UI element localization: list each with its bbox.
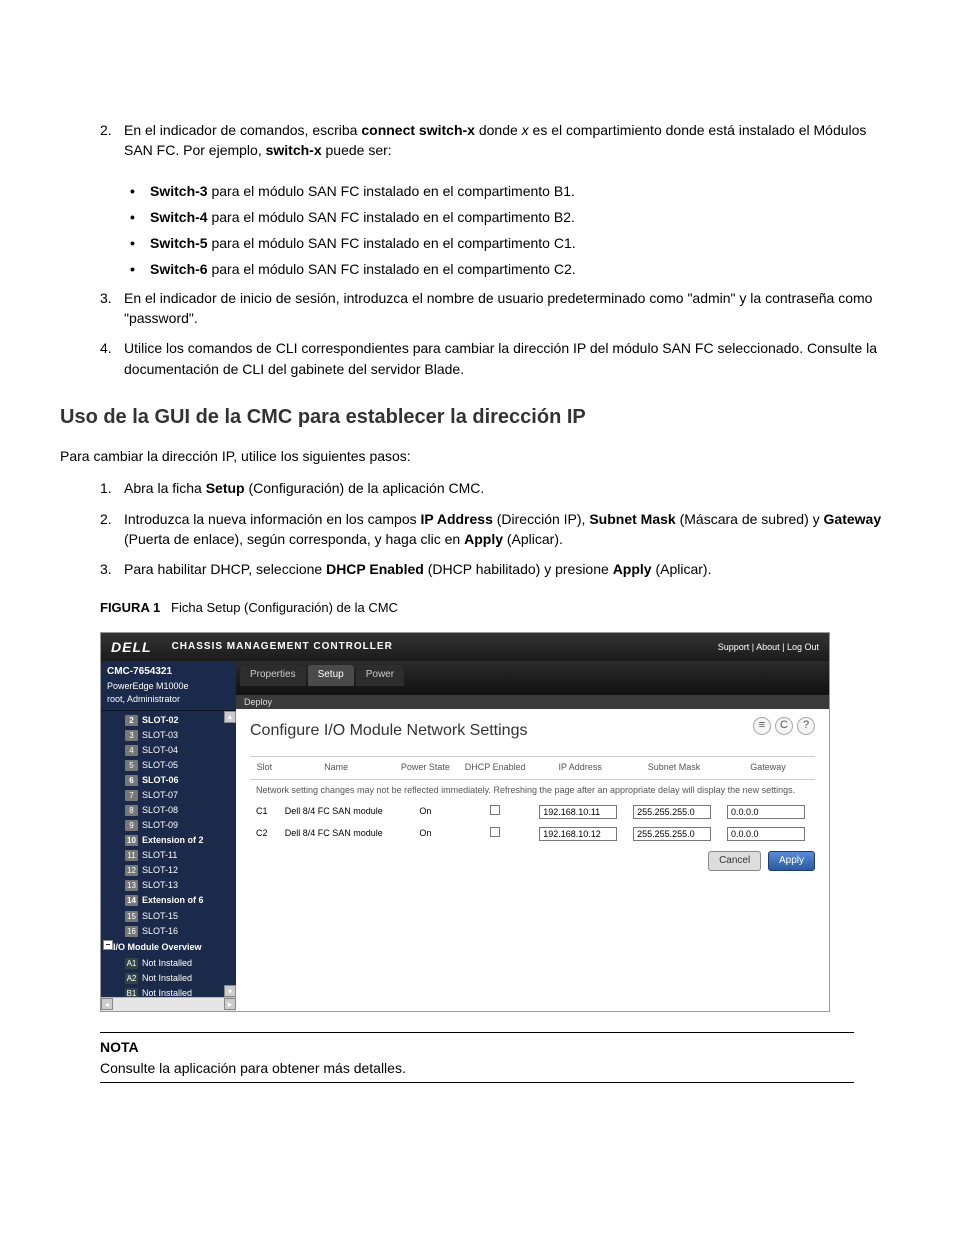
sidebar-iom[interactable]: A1Not Installed: [101, 956, 236, 971]
cmc-user: root, Administrator: [107, 694, 180, 704]
sidebar-slot[interactable]: 6SLOT-06: [101, 773, 236, 788]
cmc-sidebar: CMC-7654321 PowerEdge M1000e root, Admin…: [101, 661, 236, 1011]
mask-input[interactable]: [633, 805, 711, 819]
steps-top: 2. En el indicador de comandos, escriba …: [100, 120, 894, 161]
step-number: 2.: [100, 120, 124, 161]
content-heading: Configure I/O Module Network Settings: [250, 719, 815, 742]
cmc-header: DELL CHASSIS MANAGEMENT CONTROLLER Suppo…: [101, 633, 829, 661]
tab-properties[interactable]: Properties: [240, 665, 306, 686]
figure-label: FIGURA 1 Ficha Setup (Configuración) de …: [100, 599, 894, 618]
gateway-input[interactable]: [727, 805, 805, 819]
nota-text: Consulte la aplicación para obtener más …: [100, 1060, 406, 1076]
sidebar-slot[interactable]: 11SLOT-11: [101, 848, 236, 863]
dhcp-checkbox[interactable]: [490, 827, 500, 837]
table-notice: Network setting changes may not be refle…: [250, 779, 815, 801]
help-icon[interactable]: ?: [797, 717, 815, 735]
ip-input[interactable]: [539, 827, 617, 841]
sidebar-iom[interactable]: A2Not Installed: [101, 971, 236, 986]
step-text: En el indicador de comandos, escriba con…: [124, 120, 894, 161]
sidebar-slot[interactable]: 10Extension of 2: [101, 833, 236, 848]
dhcp-checkbox[interactable]: [490, 805, 500, 815]
scroll-down-icon[interactable]: ▾: [224, 985, 236, 997]
cmc-header-links[interactable]: Support | About | Log Out: [718, 641, 819, 654]
sidebar-slot[interactable]: 4SLOT-04: [101, 743, 236, 758]
sidebar-iom[interactable]: B1Not Installed: [101, 986, 236, 998]
refresh-icon[interactable]: C: [775, 717, 793, 735]
sidebar-section-iom[interactable]: I/O Module Overview: [101, 939, 236, 956]
steps-after: 3.En el indicador de inicio de sesión, i…: [100, 288, 894, 379]
apply-button[interactable]: Apply: [768, 851, 815, 872]
sidebar-slot[interactable]: 2SLOT-02: [101, 713, 236, 728]
sidebar-slot[interactable]: 7SLOT-07: [101, 788, 236, 803]
cmc-id: CMC-7654321: [107, 666, 172, 677]
cmc-screenshot: DELL CHASSIS MANAGEMENT CONTROLLER Suppo…: [100, 632, 894, 1012]
nota-block: NOTA Consulte la aplicación para obtener…: [100, 1032, 854, 1083]
subtab-deploy[interactable]: Deploy: [244, 697, 272, 707]
section-heading: Uso de la GUI de la CMC para establecer …: [60, 403, 894, 432]
tab-setup[interactable]: Setup: [308, 665, 354, 686]
sidebar-slot[interactable]: 13SLOT-13: [101, 878, 236, 893]
sidebar-slot[interactable]: 9SLOT-09: [101, 818, 236, 833]
sidebar-slot[interactable]: 3SLOT-03: [101, 728, 236, 743]
steps-gui: 1.Abra la ficha Setup (Configuración) de…: [100, 478, 894, 579]
sidebar-slot[interactable]: 16SLOT-16: [101, 924, 236, 939]
cmc-model: PowerEdge M1000e: [107, 681, 189, 691]
table-row: C1 Dell 8/4 FC SAN module On: [250, 801, 815, 823]
table-row: C2 Dell 8/4 FC SAN module On: [250, 823, 815, 845]
cmc-tabs: Properties Setup Power: [236, 661, 829, 695]
sidebar-slot[interactable]: 12SLOT-12: [101, 863, 236, 878]
sidebar-slot[interactable]: 8SLOT-08: [101, 803, 236, 818]
tab-power[interactable]: Power: [356, 665, 404, 686]
ip-input[interactable]: [539, 805, 617, 819]
section-intro: Para cambiar la dirección IP, utilice lo…: [60, 446, 894, 466]
cancel-button[interactable]: Cancel: [708, 851, 761, 872]
switch-bullets: Switch-3 para el módulo SAN FC instalado…: [130, 181, 894, 280]
dell-logo: DELL: [111, 637, 152, 657]
iom-table: Slot Name Power State DHCP Enabled IP Ad…: [250, 756, 815, 844]
h-scrollbar[interactable]: ◂ ▸: [101, 997, 236, 1011]
sidebar-slot[interactable]: 15SLOT-15: [101, 909, 236, 924]
sidebar-slot[interactable]: 14Extension of 6: [101, 893, 236, 908]
sidebar-slot[interactable]: 5SLOT-05: [101, 758, 236, 773]
gateway-input[interactable]: [727, 827, 805, 841]
mask-input[interactable]: [633, 827, 711, 841]
cmc-title: CHASSIS MANAGEMENT CONTROLLER: [172, 640, 718, 655]
nota-label: NOTA: [100, 1039, 139, 1055]
print-icon[interactable]: ≡: [753, 717, 771, 735]
